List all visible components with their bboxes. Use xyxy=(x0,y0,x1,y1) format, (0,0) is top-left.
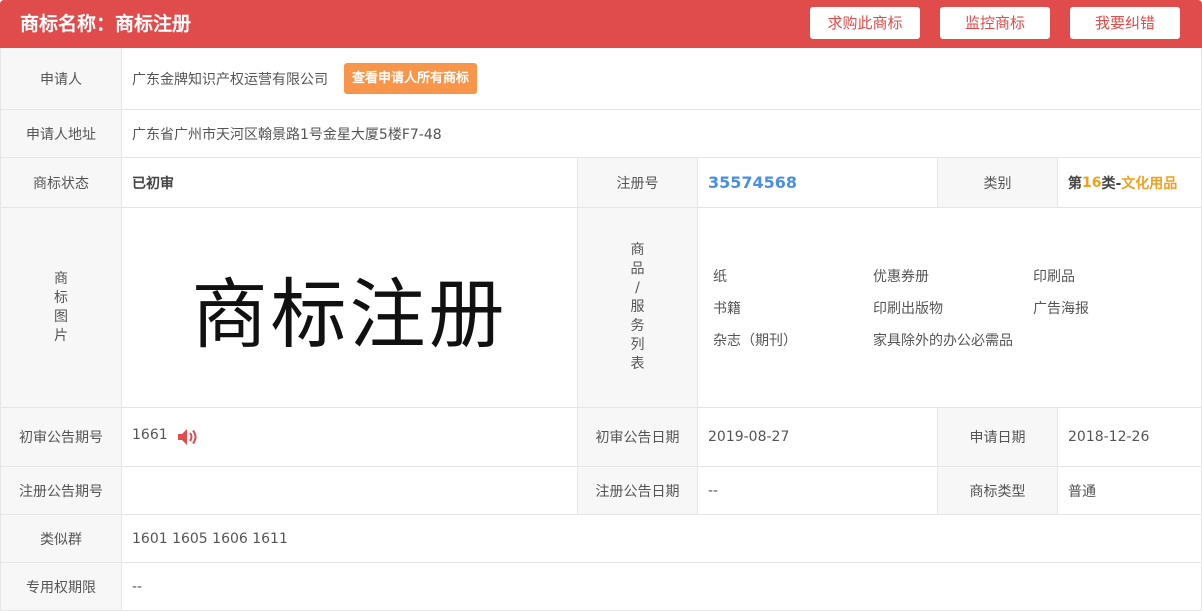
prelim-date-label: 初审公告日期 xyxy=(578,408,698,467)
trademark-image-label: 商 标 图 片 xyxy=(1,208,122,408)
prelim-issue-label: 初审公告期号 xyxy=(1,408,122,467)
exclusive-term-value: -- xyxy=(122,563,1202,611)
list-item: 杂志（期刊） xyxy=(713,333,797,349)
reg-date-label: 注册公告日期 xyxy=(578,467,698,515)
category-name: 文化用品 xyxy=(1121,175,1178,192)
label-char: 商 xyxy=(630,242,645,258)
list-item: 印刷出版物 xyxy=(873,301,943,317)
list-item: 广告海报 xyxy=(1033,301,1089,317)
speaker-icon[interactable] xyxy=(176,427,200,451)
applicant-value: 广东金牌知识产权运营有限公司 xyxy=(132,71,328,88)
prelim-date-value: 2019-08-27 xyxy=(698,408,938,467)
address-value: 广东省广州市天河区翰景路1号金星大厦5楼F7-48 xyxy=(122,110,1202,158)
label-char: 标 xyxy=(54,289,68,306)
monitor-trademark-button[interactable]: 监控商标 xyxy=(940,7,1050,39)
label-char: / xyxy=(635,280,640,296)
label-char: 商 xyxy=(54,270,68,287)
label-char: 图 xyxy=(54,308,68,325)
trademark-image: 商标注册 xyxy=(122,208,578,408)
status-value: 已初审 xyxy=(122,158,578,208)
reg-issue-label: 注册公告期号 xyxy=(1,467,122,515)
apply-date-value: 2018-12-26 xyxy=(1058,408,1202,467)
label-char: 服 xyxy=(630,299,645,315)
list-item: 纸 xyxy=(713,269,727,285)
label-char: 品 xyxy=(630,261,645,277)
list-item: 书籍 xyxy=(713,301,741,317)
applicant-cell: 广东金牌知识产权运营有限公司 查看申请人所有商标 xyxy=(122,48,1202,110)
apply-date-label: 申请日期 xyxy=(938,408,1058,467)
reg-date-value: -- xyxy=(698,467,938,515)
category-number: 16 xyxy=(1082,174,1102,191)
trademark-info-table: 申请人 广东金牌知识产权运营有限公司 查看申请人所有商标 申请人地址 广东省广州… xyxy=(0,48,1202,611)
trademark-type-label: 商标类型 xyxy=(938,467,1058,515)
label-char: 表 xyxy=(630,356,645,372)
reg-no-link[interactable]: 35574568 xyxy=(708,173,797,192)
page-title: 商标名称：商标注册 xyxy=(20,13,192,35)
category-cell: 第 16 类- 文化用品 xyxy=(1058,158,1202,208)
exclusive-term-label: 专用权期限 xyxy=(1,563,122,611)
goods-services-label: 商 品 / 服 务 列 表 xyxy=(578,208,698,408)
list-item: 家具除外的办公必需品 xyxy=(873,333,1013,349)
prelim-issue-cell: 1661 xyxy=(122,408,578,467)
label-char: 片 xyxy=(54,327,68,344)
reg-no-cell: 35574568 xyxy=(698,158,938,208)
view-applicant-trademarks-button[interactable]: 查看申请人所有商标 xyxy=(344,63,478,94)
status-label: 商标状态 xyxy=(1,158,122,208)
category-label: 类别 xyxy=(938,158,1058,208)
buy-trademark-button[interactable]: 求购此商标 xyxy=(810,7,920,39)
category-prefix: 第 xyxy=(1068,175,1082,192)
similar-group-value: 1601 1605 1606 1611 xyxy=(122,515,1202,563)
goods-services-list: 纸 优惠券册 印刷品 书籍 印刷出版物 广告海报 杂志（期刊） 家具除外的办公必… xyxy=(698,208,1202,408)
prelim-issue-value: 1661 xyxy=(132,427,168,443)
similar-group-label: 类似群 xyxy=(1,515,122,563)
label-char: 列 xyxy=(630,337,645,353)
address-label: 申请人地址 xyxy=(1,110,122,158)
list-item: 优惠券册 xyxy=(873,269,929,285)
reg-no-label: 注册号 xyxy=(578,158,698,208)
reg-issue-value xyxy=(122,467,578,515)
list-item: 印刷品 xyxy=(1033,269,1075,285)
category-suffix: 类- xyxy=(1101,175,1122,192)
trademark-type-value: 普通 xyxy=(1058,467,1202,515)
report-error-button[interactable]: 我要纠错 xyxy=(1070,7,1180,39)
page-header: 商标名称：商标注册 求购此商标 监控商标 我要纠错 xyxy=(0,0,1202,48)
applicant-label: 申请人 xyxy=(1,48,122,110)
label-char: 务 xyxy=(630,318,645,334)
